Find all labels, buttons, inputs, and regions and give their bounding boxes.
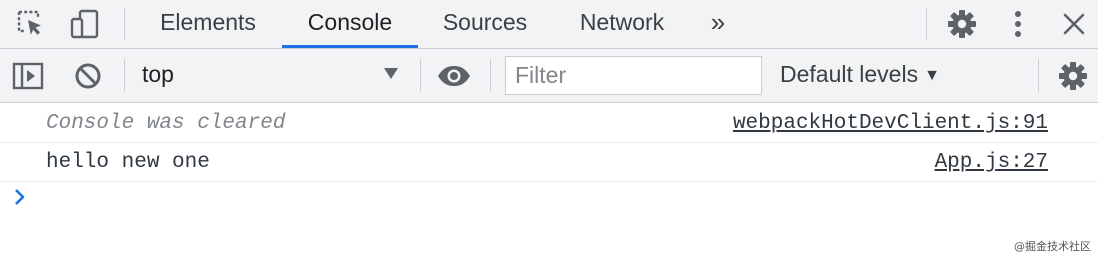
toolbar-divider (124, 59, 125, 92)
tab-console[interactable]: Console (282, 0, 418, 48)
console-message-text: hello new one (46, 151, 210, 174)
chevron-down-icon: ▼ (924, 67, 940, 84)
console-prompt[interactable] (13, 187, 27, 212)
console-message-source-link[interactable]: App.js:27 (935, 151, 1048, 174)
console-message: hello new one App.js:27 (0, 143, 1098, 182)
toolbar-divider (926, 8, 927, 40)
eye-icon (438, 66, 470, 86)
clear-console-icon (75, 63, 101, 89)
console-message: Console was cleared webpackHotDevClient.… (0, 104, 1098, 143)
toolbar-divider (420, 59, 421, 92)
console-toolbar: top Default levels ▼ (0, 49, 1098, 103)
sidebar-toggle-icon (12, 62, 44, 90)
live-expression-button[interactable] (434, 58, 474, 94)
context-label: top (142, 61, 174, 87)
toolbar-divider (1038, 59, 1039, 92)
close-icon (1063, 13, 1085, 35)
context-selector[interactable]: top (136, 49, 408, 102)
log-levels-label: Default levels (780, 61, 919, 87)
settings-icon (948, 10, 976, 38)
dropdown-arrow-icon (384, 68, 398, 79)
more-tabs-button[interactable]: » (700, 0, 736, 48)
console-prompt-icon (15, 189, 25, 205)
close-devtools-button[interactable] (1058, 6, 1090, 42)
inspect-element-button[interactable] (14, 8, 48, 40)
more-vert-icon (1015, 11, 1021, 37)
watermark: @掘金技术社区 (1014, 240, 1091, 253)
active-tab-indicator (282, 45, 418, 48)
console-message-text: Console was cleared (46, 112, 286, 135)
tab-network[interactable]: Network (556, 0, 688, 48)
tab-elements[interactable]: Elements (140, 0, 276, 48)
inspect-element-icon (17, 10, 41, 35)
more-options-button[interactable] (1004, 6, 1032, 42)
settings-icon (1059, 62, 1087, 90)
log-levels-dropdown[interactable]: Default levels ▼ (780, 61, 940, 88)
toolbar-divider (124, 8, 125, 40)
console-message-source-link[interactable]: webpackHotDevClient.js:91 (733, 112, 1048, 135)
show-sidebar-button[interactable] (10, 58, 46, 94)
tab-sources[interactable]: Sources (424, 0, 546, 48)
device-toolbar-button[interactable] (68, 7, 102, 41)
toolbar-divider (490, 59, 491, 92)
settings-button[interactable] (944, 6, 980, 42)
console-settings-button[interactable] (1055, 58, 1091, 94)
devtools-tab-bar: Elements Console Sources Network » (0, 0, 1098, 49)
device-toggle-icon (70, 9, 99, 39)
clear-console-button[interactable] (70, 58, 106, 94)
filter-input[interactable] (505, 56, 762, 95)
